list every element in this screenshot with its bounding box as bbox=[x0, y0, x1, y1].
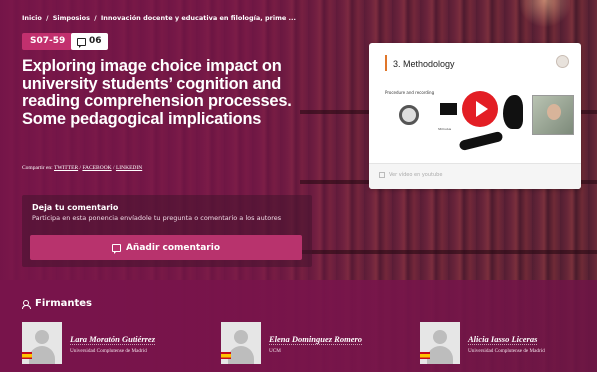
breadcrumb-home[interactable]: Inicio bbox=[22, 14, 42, 22]
page-title: Exploring image choice impact on univers… bbox=[22, 57, 292, 128]
slide-subtitle: Procedure and recording bbox=[385, 90, 435, 95]
youtube-link-label: Ver vídeo en youtube bbox=[389, 172, 443, 178]
video-footer: Ver vídeo en youtube bbox=[369, 163, 581, 189]
breadcrumb-separator: / bbox=[94, 14, 97, 22]
shelf-divider bbox=[300, 250, 597, 254]
add-comment-label: Añadir comentario bbox=[125, 242, 221, 253]
signers-title: Firmantes bbox=[22, 298, 92, 309]
comment-count-badge[interactable]: 06 bbox=[71, 33, 108, 50]
signer-affiliation: UCM bbox=[269, 348, 281, 354]
head-silhouette-icon bbox=[503, 95, 523, 129]
university-logo-icon bbox=[556, 55, 569, 68]
spain-flag-icon bbox=[420, 352, 430, 359]
signers-title-label: Firmantes bbox=[35, 298, 92, 309]
signer-name[interactable]: Alicia Iasso Liceras bbox=[468, 334, 538, 345]
youtube-link[interactable]: Ver vídeo en youtube bbox=[379, 172, 442, 178]
share-links: Compartir en: TWITTER / FACEBOOK / LINKE… bbox=[22, 165, 142, 171]
session-code-badge: S07-59 bbox=[22, 33, 74, 50]
comment-bubble-icon bbox=[111, 243, 121, 254]
comment-box: Deja tu comentario Participa en esta pon… bbox=[22, 195, 312, 267]
signer-name[interactable]: Lara Moratón Gutiérrez bbox=[70, 334, 156, 345]
signers-panel: Firmantes bbox=[0, 280, 597, 372]
signer-affiliation: Universidad Complutense de Madrid bbox=[468, 348, 545, 354]
share-separator: / bbox=[79, 165, 82, 171]
spain-flag-icon bbox=[22, 352, 32, 359]
monitor-icon bbox=[440, 103, 457, 115]
breadcrumb-separator: / bbox=[46, 14, 49, 22]
spain-flag-icon bbox=[221, 352, 231, 359]
share-linkedin-link[interactable]: LINKEDIN bbox=[116, 165, 142, 171]
share-twitter-link[interactable]: TWITTER bbox=[54, 165, 78, 171]
presenter-face bbox=[547, 104, 561, 120]
add-comment-button[interactable]: Añadir comentario bbox=[30, 235, 302, 260]
breadcrumb-current[interactable]: Innovación docente y educativa en filolo… bbox=[101, 14, 296, 22]
comment-count: 06 bbox=[89, 36, 102, 46]
people-icon bbox=[22, 299, 31, 309]
eye-tracker-icon bbox=[458, 130, 504, 152]
share-facebook-link[interactable]: FACEBOOK bbox=[82, 165, 111, 171]
slide-accent-bar bbox=[385, 55, 387, 71]
share-separator: / bbox=[113, 165, 115, 171]
monitor-label: Stimulus bbox=[438, 127, 452, 131]
breadcrumb-section[interactable]: Simposios bbox=[53, 14, 90, 22]
share-label: Compartir en: bbox=[22, 165, 53, 171]
slide-title: 3. Methodology bbox=[393, 59, 455, 69]
comment-bubble-icon bbox=[77, 37, 86, 48]
external-link-icon bbox=[379, 172, 385, 178]
lamp-glow bbox=[520, 0, 570, 30]
comment-description: Participa en esta ponencia envíadole tu … bbox=[32, 214, 282, 222]
video-card[interactable]: 3. Methodology Procedure and recording S… bbox=[369, 43, 581, 189]
stopwatch-icon bbox=[399, 105, 419, 125]
play-icon[interactable] bbox=[462, 91, 498, 127]
comment-title: Deja tu comentario bbox=[32, 203, 119, 212]
signer-name[interactable]: Elena Dominguez Romero bbox=[269, 334, 363, 345]
presenter-webcam-image bbox=[532, 95, 574, 135]
signer-affiliation: Universidad Complutense de Madrid bbox=[70, 348, 147, 354]
breadcrumb: Inicio / Simposios / Innovación docente … bbox=[22, 14, 298, 22]
